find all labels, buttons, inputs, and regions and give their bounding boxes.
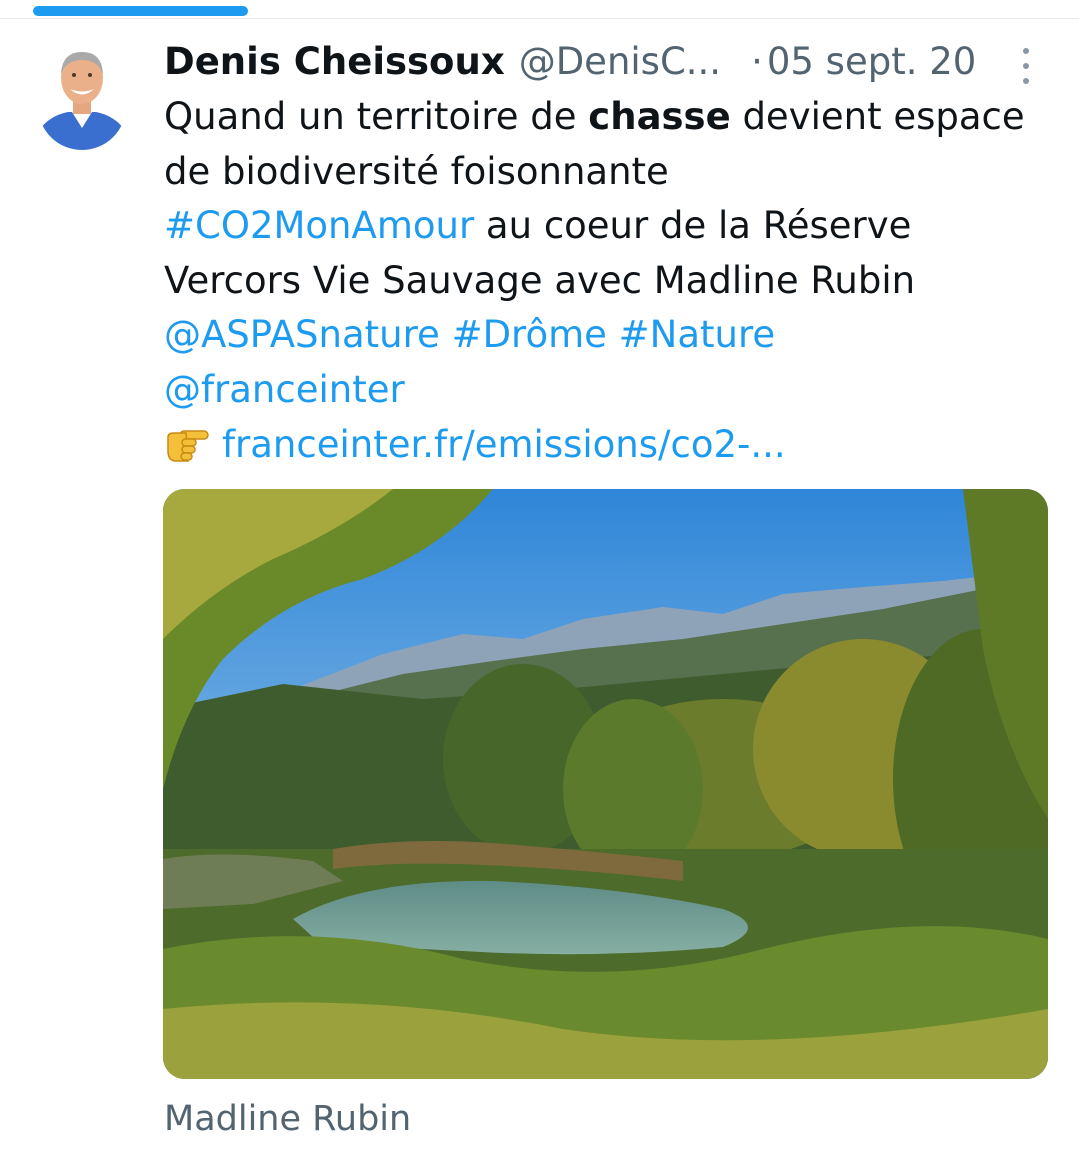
separator-dot: · — [751, 40, 763, 83]
avatar-image — [38, 44, 126, 150]
tweet-line: de biodiversité foisonnante — [164, 149, 669, 193]
tweet-line: @franceinter — [164, 363, 1064, 418]
external-link[interactable]: franceinter.fr/emissions/co2-... — [222, 423, 786, 466]
tweet-text: Quand un territoire de chasse devient es… — [164, 90, 1064, 478]
photo-caption: Madline Rubin — [164, 1099, 412, 1139]
bold-word: chasse — [588, 95, 731, 138]
menu-dot — [1023, 48, 1029, 54]
tweet-line: franceinter.fr/emissions/co2-... — [164, 418, 1064, 479]
mention-aspasnature[interactable]: @ASPASnature — [164, 313, 440, 356]
tweet-date[interactable]: 05 sept. 20 — [767, 38, 976, 86]
author-name[interactable]: Denis Cheissoux — [164, 38, 505, 86]
pointing-hand-icon — [164, 423, 210, 479]
tweet-line: #CO2MonAmour au coeur de la Réserve — [164, 199, 1064, 254]
hashtag-drome[interactable]: #Drôme — [452, 313, 607, 356]
tweet-header: Denis Cheissoux @DenisC... · 05 sept. 20 — [164, 38, 976, 86]
top-divider — [0, 18, 1079, 19]
tweet-media-photo[interactable] — [163, 489, 1048, 1079]
more-options-icon[interactable] — [1014, 48, 1038, 84]
tweet-line: Quand un territoire de chasse devient es… — [164, 90, 1064, 145]
menu-dot — [1023, 63, 1029, 69]
text-segment: devient espace — [730, 95, 1025, 138]
hashtag-co2monamour[interactable]: #CO2MonAmour — [164, 204, 474, 247]
text-segment: Quand un territoire de — [164, 95, 589, 138]
text-segment: au coeur de la Réserve — [474, 204, 912, 248]
tweet-line: Vercors Vie Sauvage avec Madline Rubin — [164, 258, 916, 302]
menu-dot — [1023, 78, 1029, 84]
avatar[interactable] — [38, 44, 126, 150]
hashtag-nature[interactable]: #Nature — [619, 313, 775, 356]
mention-franceinter[interactable]: @franceinter — [164, 368, 405, 411]
active-tab-indicator — [33, 6, 248, 16]
landscape-photo — [163, 489, 1048, 1079]
tweet-line: @ASPASnature #Drôme #Nature — [164, 308, 1064, 363]
author-handle[interactable]: @DenisC... — [519, 38, 721, 86]
